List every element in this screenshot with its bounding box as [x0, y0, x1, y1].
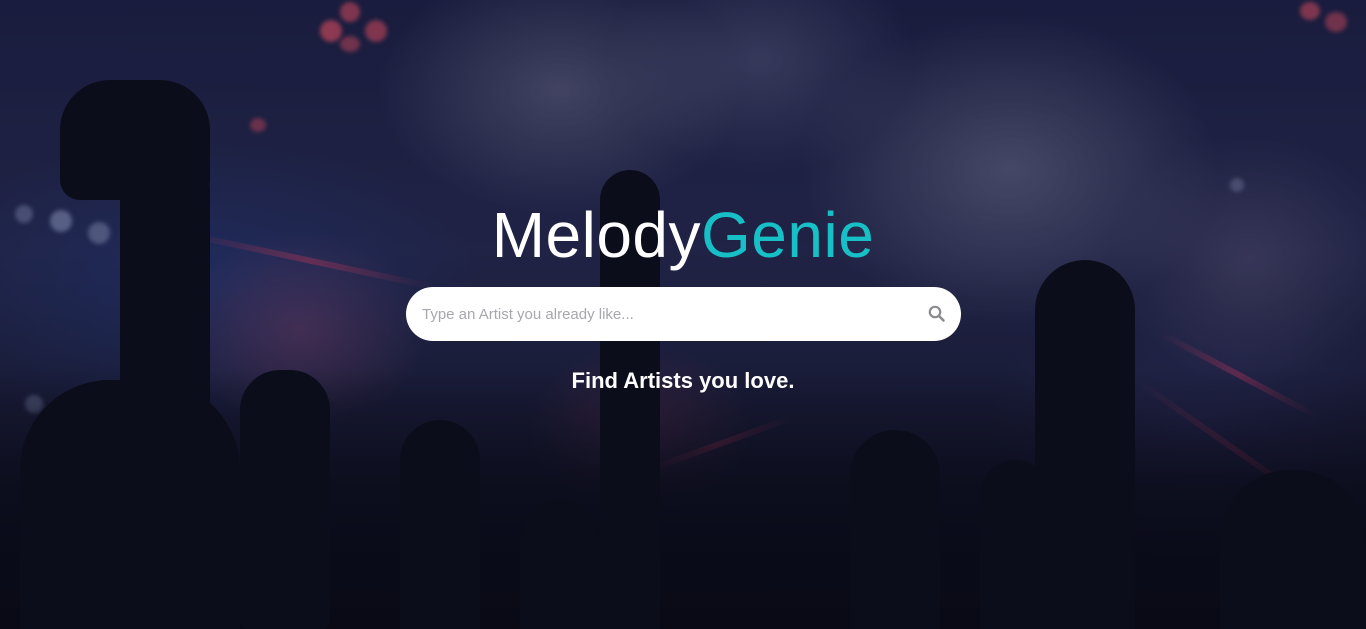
artist-search-input[interactable] [422, 287, 912, 341]
logo-text-melody: Melody [491, 199, 702, 271]
hero-section: MelodyGenie Find Artists you love. [0, 0, 1366, 629]
logo-text-genie: Genie [701, 199, 875, 271]
tagline: Find Artists you love. [571, 368, 795, 393]
artist-search-form [406, 287, 961, 341]
logo-wordmark: MelodyGenie [0, 196, 1366, 274]
search-icon[interactable] [925, 302, 949, 326]
